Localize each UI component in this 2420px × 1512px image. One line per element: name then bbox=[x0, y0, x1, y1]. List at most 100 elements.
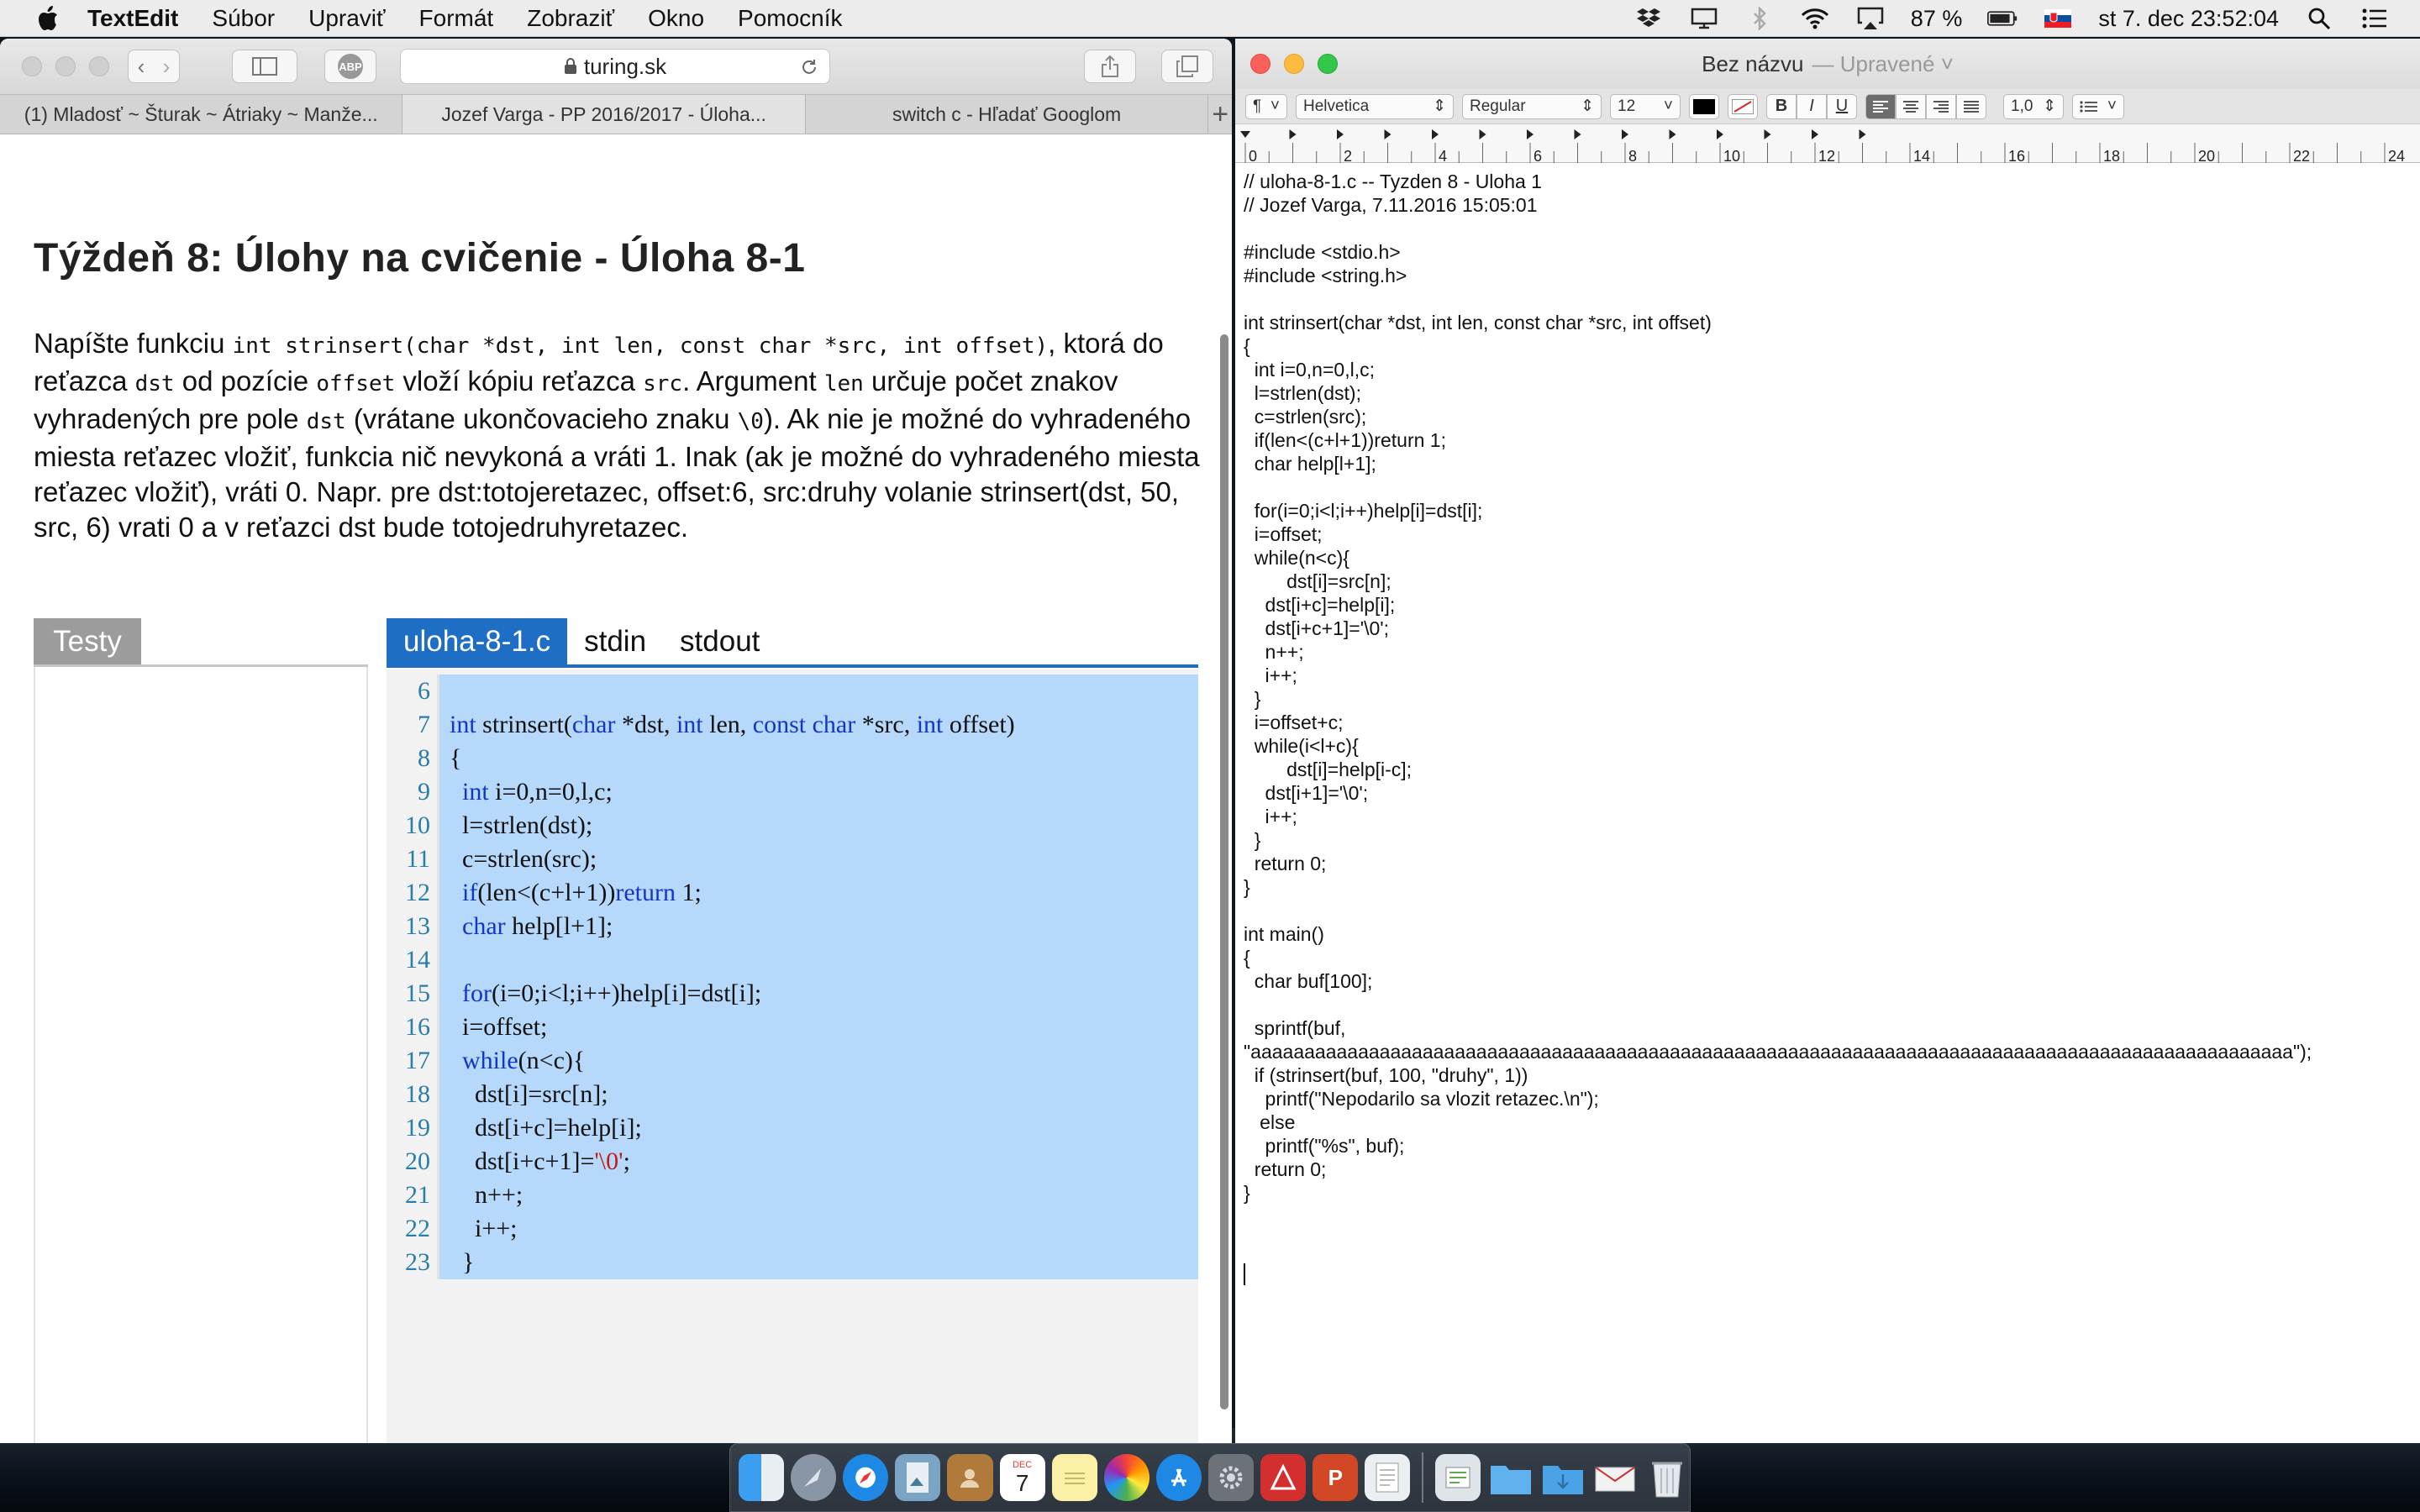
zoom-button[interactable] bbox=[89, 56, 109, 76]
code-line: 21 n++; bbox=[387, 1179, 1198, 1212]
tab-stdin[interactable]: stdin bbox=[567, 618, 663, 665]
safari-icon[interactable] bbox=[843, 1454, 889, 1501]
mail-stack-icon[interactable] bbox=[1592, 1454, 1638, 1501]
documents-stack-icon[interactable] bbox=[1435, 1454, 1481, 1501]
paragraph-styles-popup[interactable]: ¶ ˅ bbox=[1245, 93, 1287, 119]
back-icon[interactable]: ‹ bbox=[129, 54, 154, 80]
sidebar-button[interactable] bbox=[232, 50, 297, 83]
tab-stop-marker[interactable] bbox=[1337, 129, 1344, 139]
slovak-flag-icon[interactable] bbox=[2043, 6, 2073, 31]
highlight-color-well[interactable] bbox=[1728, 93, 1758, 119]
app-store-icon[interactable] bbox=[1155, 1454, 1202, 1501]
forward-icon[interactable]: › bbox=[154, 54, 179, 80]
menu-pomocnik[interactable]: Pomocník bbox=[738, 5, 843, 32]
font-family-popup[interactable]: Helvetica ⇕ bbox=[1296, 93, 1454, 119]
tab-stdout[interactable]: stdout bbox=[663, 618, 776, 665]
tab-stop-marker[interactable] bbox=[1289, 129, 1297, 139]
tab-3[interactable]: switch c - Hľadať Googlom bbox=[806, 95, 1209, 134]
dropbox-icon[interactable] bbox=[1634, 6, 1664, 31]
close-button[interactable] bbox=[22, 56, 42, 76]
powerpoint-icon[interactable]: P bbox=[1313, 1454, 1359, 1501]
tab-stop-marker[interactable] bbox=[1812, 129, 1818, 139]
photos-icon[interactable] bbox=[1103, 1454, 1150, 1501]
notes-icon[interactable] bbox=[1051, 1454, 1097, 1501]
minimize-button[interactable] bbox=[1284, 54, 1304, 74]
notification-center-icon[interactable] bbox=[2360, 6, 2390, 31]
reload-icon[interactable] bbox=[799, 57, 819, 77]
line-number: 20 bbox=[405, 1147, 430, 1175]
italic-button[interactable]: I bbox=[1797, 93, 1827, 119]
address-bar[interactable]: turing.sk bbox=[400, 49, 830, 84]
tab-stop-marker[interactable] bbox=[1384, 129, 1392, 139]
clock[interactable]: st 7. dec 23:52:04 bbox=[2098, 6, 2279, 32]
menu-format[interactable]: Formát bbox=[419, 5, 494, 32]
display-icon[interactable] bbox=[1689, 6, 1719, 31]
new-tab-button[interactable]: + bbox=[1208, 95, 1232, 134]
font-size-combo[interactable]: 12 ˅ bbox=[1610, 93, 1681, 119]
justify-button[interactable] bbox=[1956, 93, 1986, 119]
tab-stop-marker[interactable] bbox=[1432, 129, 1439, 139]
airplay-icon[interactable] bbox=[1855, 6, 1886, 31]
ruler-label: 20 bbox=[2198, 148, 2215, 163]
contacts-icon[interactable] bbox=[947, 1454, 993, 1501]
tab-1[interactable]: (1) Mladosť ~ Šturak ~ Átriaky ~ Manže..… bbox=[0, 95, 403, 134]
preview-icon[interactable] bbox=[895, 1454, 941, 1501]
acrobat-icon[interactable] bbox=[1260, 1454, 1307, 1501]
document-line: printf("Nepodarilo sa vlozit retazec.\n"… bbox=[1244, 1088, 1599, 1110]
menubar: TextEdit Súbor Upraviť Formát Zobraziť O… bbox=[0, 0, 2420, 37]
menu-app-name[interactable]: TextEdit bbox=[87, 5, 178, 32]
tab-uloha-file[interactable]: uloha-8-1.c bbox=[387, 618, 568, 665]
tab-testy[interactable]: Testy bbox=[34, 618, 141, 665]
textedit-icon[interactable] bbox=[1365, 1454, 1411, 1501]
align-left-button[interactable] bbox=[1865, 93, 1896, 119]
menu-zobrazit[interactable]: Zobraziť bbox=[527, 5, 614, 32]
align-right-button[interactable] bbox=[1926, 93, 1956, 119]
underline-button[interactable]: U bbox=[1827, 93, 1857, 119]
font-style-popup[interactable]: Regular ⇕ bbox=[1462, 93, 1602, 119]
trash-icon[interactable] bbox=[1644, 1454, 1690, 1501]
bluetooth-icon[interactable] bbox=[1744, 6, 1775, 31]
battery-icon[interactable] bbox=[1987, 6, 2018, 31]
tab-stop-marker[interactable] bbox=[1764, 129, 1771, 139]
wifi-icon[interactable] bbox=[1800, 6, 1830, 31]
finder-icon[interactable] bbox=[739, 1454, 785, 1501]
adblock-button[interactable]: ABP bbox=[324, 50, 376, 83]
document-status[interactable]: — Upravené ˅ bbox=[1812, 51, 1954, 77]
minimize-button[interactable] bbox=[55, 56, 76, 76]
line-number: 16 bbox=[405, 1013, 430, 1041]
share-button[interactable] bbox=[1084, 50, 1136, 83]
tab-stop-marker[interactable] bbox=[1240, 131, 1250, 138]
menu-okno[interactable]: Okno bbox=[648, 5, 704, 32]
document-text[interactable]: // uloha-8-1.c -- Tyzden 8 - Uloha 1// J… bbox=[1244, 170, 2412, 1205]
calendar-icon[interactable]: DEC 7 bbox=[999, 1454, 1045, 1501]
line-spacing-popup[interactable]: 1,0 ⇕ bbox=[2003, 93, 2064, 119]
launchpad-icon[interactable] bbox=[791, 1454, 837, 1501]
code-editor[interactable]: 6 7 int strinsert(char *dst, int len, cons… bbox=[387, 669, 1198, 1443]
battery-percent[interactable]: 87 % bbox=[1911, 6, 1963, 32]
tab-stop-marker[interactable] bbox=[1717, 129, 1723, 139]
tabs-overview-button[interactable] bbox=[1161, 50, 1213, 83]
system-preferences-icon[interactable] bbox=[1207, 1454, 1255, 1501]
list-bullets-popup[interactable]: ˅ bbox=[2072, 93, 2124, 119]
apple-icon[interactable] bbox=[34, 4, 62, 33]
tab-stop-marker[interactable] bbox=[1859, 129, 1866, 139]
tab-stop-marker[interactable] bbox=[1527, 129, 1534, 139]
zoom-button[interactable] bbox=[1318, 54, 1338, 74]
tab-stop-marker[interactable] bbox=[1669, 129, 1676, 139]
tab-2[interactable]: Jozef Varga - PP 2016/2017 - Úloha... bbox=[402, 95, 806, 134]
page-scrollbar[interactable] bbox=[1220, 334, 1228, 1410]
menu-upravit[interactable]: Upraviť bbox=[308, 5, 385, 32]
spotlight-search-icon[interactable] bbox=[2304, 6, 2334, 31]
tab-stop-marker[interactable] bbox=[1574, 129, 1581, 139]
menu-subor[interactable]: Súbor bbox=[212, 5, 275, 32]
downloads-folder-icon[interactable] bbox=[1540, 1454, 1586, 1501]
text-color-well[interactable] bbox=[1689, 93, 1719, 119]
close-button[interactable] bbox=[1250, 54, 1270, 74]
tab-stop-marker[interactable] bbox=[1479, 129, 1486, 139]
ruler[interactable]: 0 2 4 6 8 10 12 14 16 18 20 22 24 bbox=[1235, 124, 2420, 165]
bold-button[interactable]: B bbox=[1766, 93, 1797, 119]
align-center-button[interactable] bbox=[1896, 93, 1926, 119]
inline-code: dst bbox=[134, 371, 175, 396]
folder-icon[interactable] bbox=[1487, 1454, 1533, 1501]
tab-stop-marker[interactable] bbox=[1622, 129, 1628, 139]
